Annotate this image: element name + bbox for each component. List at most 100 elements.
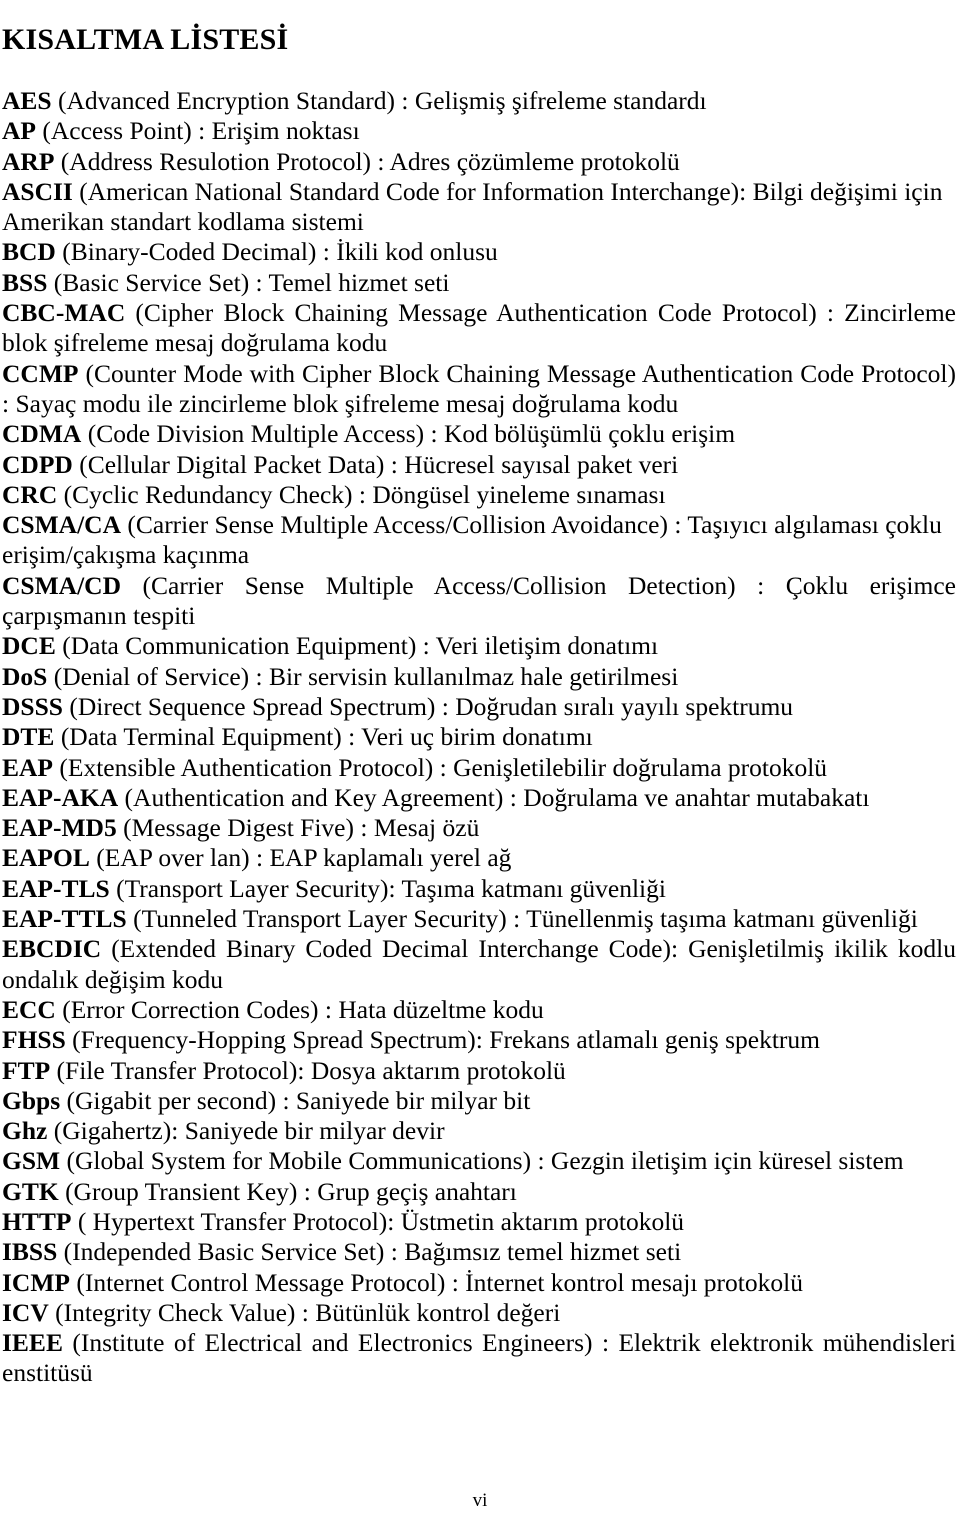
abbreviation-entry: CDPD (Cellular Digital Packet Data) : Hü… [2, 450, 956, 480]
abbreviation-definition: (Data Communication Equipment) : Veri il… [55, 631, 659, 661]
abbreviation-definition: (Integrity Check Value) : Bütünlük kontr… [48, 1297, 561, 1327]
abbreviation-entry: Ghz (Gigahertz): Saniyede bir milyar dev… [2, 1116, 956, 1146]
abbreviation-term: BCD [2, 237, 56, 267]
abbreviation-term: IBSS [2, 1237, 58, 1267]
abbreviation-definition: (Binary-Coded Decimal) : İkili kod onlus… [55, 237, 498, 267]
abbreviation-term: CBC-MAC [2, 298, 126, 328]
abbreviation-definition: (Cellular Digital Packet Data) : Hücrese… [72, 449, 679, 479]
abbreviation-entry: CSMA/CD (Carrier Sense Multiple Access/C… [2, 571, 956, 632]
abbreviation-definition: (Group Transient Key) : Grup geçiş anaht… [58, 1176, 517, 1206]
abbreviation-definition: (Denial of Service) : Bir servisin kulla… [47, 661, 679, 691]
abbreviation-entry: DTE (Data Terminal Equipment) : Veri uç … [2, 722, 956, 752]
abbreviation-definition: (Data Terminal Equipment) : Veri uç biri… [54, 722, 593, 752]
abbreviation-definition: (Gigahertz): Saniyede bir milyar devir [47, 1116, 445, 1146]
abbreviation-term: Ghz [2, 1116, 48, 1146]
abbreviation-entry: EAP-TLS (Transport Layer Security): Taşı… [2, 874, 956, 904]
abbreviation-list: AES (Advanced Encryption Standard) : Gel… [2, 86, 956, 1389]
abbreviation-definition: (Transport Layer Security): Taşıma katma… [109, 873, 666, 903]
abbreviation-term: CSMA/CD [2, 570, 121, 600]
abbreviation-definition: (Address Resulotion Protocol) : Adres çö… [54, 146, 680, 176]
abbreviation-term: DCE [2, 631, 56, 661]
document-page: KISALTMA LİSTESİ AES (Advanced Encryptio… [0, 0, 960, 1530]
abbreviation-term: EAP-TLS [2, 873, 110, 903]
abbreviation-entry: EAP (Extensible Authentication Protocol)… [2, 753, 956, 783]
abbreviation-term: DSSS [2, 691, 63, 721]
abbreviation-definition: (Cyclic Redundancy Check) : Döngüsel yin… [57, 479, 666, 509]
abbreviation-definition: (Advanced Encryption Standard) : Gelişmi… [51, 86, 707, 115]
abbreviation-entry: GTK (Group Transient Key) : Grup geçiş a… [2, 1177, 956, 1207]
abbreviation-entry: IEEE (Institute of Electrical and Electr… [2, 1328, 956, 1389]
abbreviation-entry: CDMA (Code Division Multiple Access) : K… [2, 419, 956, 449]
abbreviation-definition: (Authentication and Key Agreement) : Doğ… [118, 782, 870, 812]
abbreviation-definition: (EAP over lan) : EAP kaplamalı yerel ağ [89, 843, 512, 873]
abbreviation-term: EAP-AKA [2, 782, 119, 812]
abbreviation-term: CRC [2, 479, 58, 509]
abbreviation-term: GSM [2, 1146, 61, 1176]
abbreviation-term: EAP-TTLS [2, 904, 127, 934]
abbreviation-term: CDMA [2, 419, 82, 449]
abbreviation-term: FHSS [2, 1025, 66, 1055]
abbreviation-entry: EAP-TTLS (Tunneled Transport Layer Secur… [2, 904, 956, 934]
abbreviation-term: AES [2, 86, 52, 115]
abbreviation-definition: (American National Standard Code for Inf… [2, 176, 943, 237]
abbreviation-entry: EAPOL (EAP over lan) : EAP kaplamalı yer… [2, 843, 956, 873]
abbreviation-entry: FTP (File Transfer Protocol): Dosya akta… [2, 1056, 956, 1086]
abbreviation-definition: (Carrier Sense Multiple Access/Collision… [2, 570, 956, 631]
abbreviation-entry: Gbps (Gigabit per second) : Saniyede bir… [2, 1086, 956, 1116]
abbreviation-entry: EAP-AKA (Authentication and Key Agreemen… [2, 783, 956, 813]
abbreviation-definition: (Extended Binary Coded Decimal Interchan… [2, 934, 956, 994]
abbreviation-entry: BSS (Basic Service Set) : Temel hizmet s… [2, 268, 956, 298]
abbreviation-definition: (Internet Control Message Protocol) : İn… [69, 1267, 803, 1297]
page-title: KISALTMA LİSTESİ [2, 23, 289, 57]
abbreviation-definition: (Direct Sequence Spread Spectrum) : Doğr… [62, 691, 794, 721]
abbreviation-term: EAPOL [2, 843, 90, 873]
abbreviation-entry: BCD (Binary-Coded Decimal) : İkili kod o… [2, 237, 956, 267]
abbreviation-term: BSS [2, 267, 48, 297]
abbreviation-term: EBCDIC [2, 934, 102, 964]
abbreviation-definition: (Access Point) : Erişim noktası [36, 116, 360, 146]
abbreviation-entry: EAP-MD5 (Message Digest Five) : Mesaj öz… [2, 813, 956, 843]
abbreviation-term: ICMP [2, 1267, 70, 1297]
abbreviation-entry: ECC (Error Correction Codes) : Hata düze… [2, 995, 956, 1025]
abbreviation-definition: (Code Division Multiple Access) : Kod bö… [81, 419, 736, 449]
abbreviation-entry: IBSS (Independed Basic Service Set) : Ba… [2, 1237, 956, 1267]
abbreviation-entry: ICV (Integrity Check Value) : Bütünlük k… [2, 1298, 956, 1328]
abbreviation-definition: (Carrier Sense Multiple Access/Collision… [2, 510, 942, 570]
abbreviation-entry: ICMP (Internet Control Message Protocol)… [2, 1268, 956, 1298]
page-number: vi [472, 1490, 488, 1511]
abbreviation-definition: (Message Digest Five) : Mesaj özü [116, 813, 480, 843]
abbreviation-term: ARP [2, 146, 55, 176]
abbreviation-term: CSMA/CA [2, 510, 121, 540]
abbreviation-term: HTTP [2, 1206, 72, 1236]
abbreviation-entry: AP (Access Point) : Erişim noktası [2, 116, 956, 146]
abbreviation-term: IEEE [2, 1328, 63, 1358]
abbreviation-entry: CCMP (Counter Mode with Cipher Block Cha… [2, 359, 956, 420]
abbreviation-definition: (Basic Service Set) : Temel hizmet seti [47, 267, 450, 297]
abbreviation-entry: CSMA/CA (Carrier Sense Multiple Access/C… [2, 510, 956, 571]
abbreviation-term: CCMP [2, 358, 79, 388]
abbreviation-term: DoS [2, 661, 48, 691]
abbreviation-entry: DSSS (Direct Sequence Spread Spectrum) :… [2, 692, 956, 722]
abbreviation-term: Gbps [2, 1085, 61, 1115]
abbreviation-term: EAP [2, 752, 53, 782]
abbreviation-term: FTP [2, 1055, 51, 1085]
abbreviation-entry: ARP (Address Resulotion Protocol) : Adre… [2, 147, 956, 177]
abbreviation-definition: (Global System for Mobile Communications… [60, 1146, 904, 1176]
abbreviation-definition: (Gigabit per second) : Saniyede bir mily… [60, 1085, 531, 1115]
abbreviation-definition: (Extensible Authentication Protocol) : G… [53, 752, 828, 782]
abbreviation-entry: DCE (Data Communication Equipment) : Ver… [2, 631, 956, 661]
abbreviation-entry: HTTP ( Hypertext Transfer Protocol): Üst… [2, 1207, 956, 1237]
abbreviation-term: ICV [2, 1297, 49, 1327]
abbreviation-definition: (Tunneled Transport Layer Security) : Tü… [126, 904, 918, 934]
abbreviation-term: ECC [2, 994, 56, 1024]
abbreviation-term: GTK [2, 1176, 59, 1206]
abbreviation-term: DTE [2, 722, 55, 752]
abbreviation-term: CDPD [2, 449, 73, 479]
abbreviation-term: ASCII [2, 176, 73, 206]
abbreviation-entry: FHSS (Frequency-Hopping Spread Spectrum)… [2, 1025, 956, 1055]
abbreviation-definition: (Error Correction Codes) : Hata düzeltme… [55, 994, 544, 1024]
abbreviation-definition: ( Hypertext Transfer Protocol): Üstmetin… [71, 1206, 685, 1236]
abbreviation-definition: (Independed Basic Service Set) : Bağımsı… [57, 1237, 682, 1267]
abbreviation-definition: (Institute of Electrical and Electronics… [2, 1328, 956, 1388]
abbreviation-entry: CRC (Cyclic Redundancy Check) : Döngüsel… [2, 480, 956, 510]
